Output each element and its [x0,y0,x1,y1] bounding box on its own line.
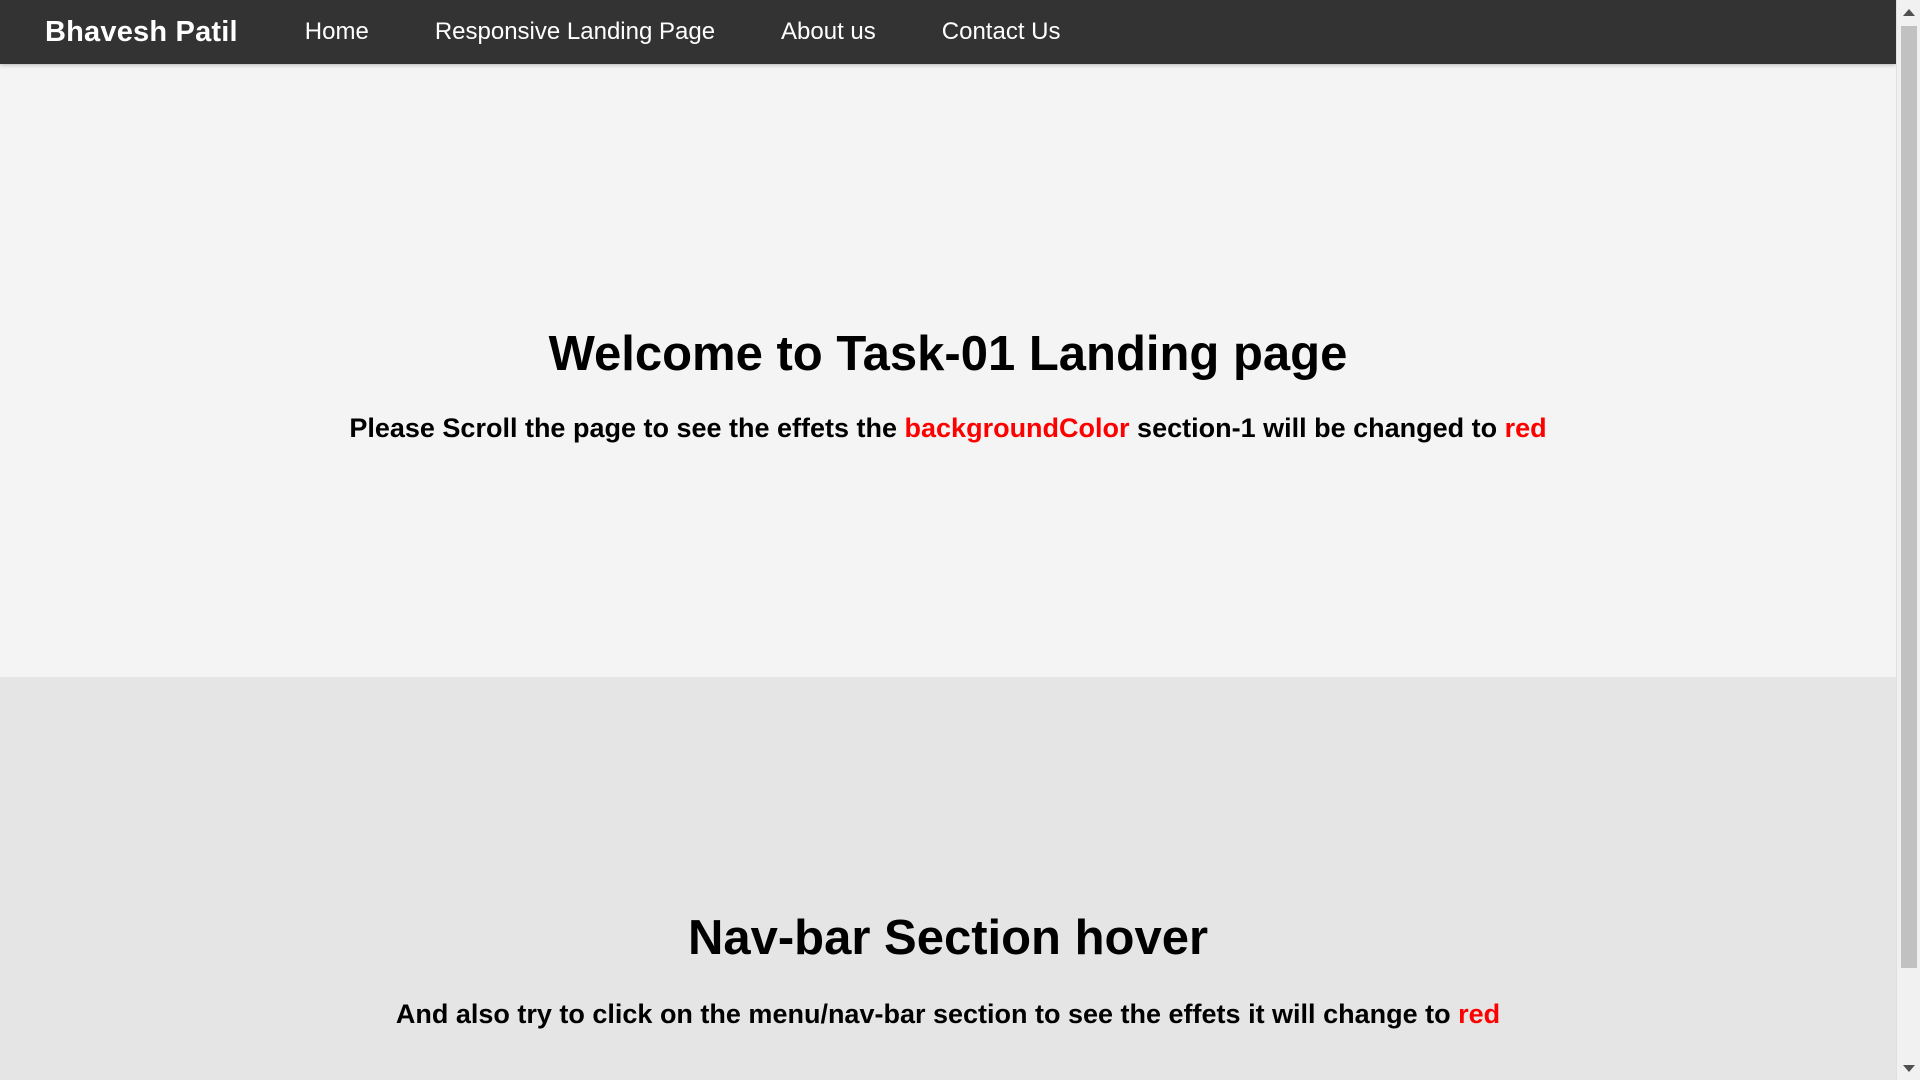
nav-link-home[interactable]: Home [272,0,402,64]
section-2-text-part1: And also try to click on the menu/nav-ba… [395,999,1459,1029]
section-1-text-part2: section-1 will be changed to [1129,413,1505,443]
section-2: Nav-bar Section hover And also try to cl… [0,677,1896,1080]
section-1-highlight-backgroundcolor: backgroundColor [904,413,1130,443]
page-content: Bhavesh Patil Home Responsive Landing Pa… [0,0,1896,1080]
section-2-highlight-red: red [1458,999,1501,1029]
browser-viewport: Bhavesh Patil Home Responsive Landing Pa… [0,0,1920,1080]
nav-links: Home Responsive Landing Page About us Co… [272,0,1094,64]
section-1: Welcome to Task-01 Landing page Please S… [0,64,1896,677]
section-2-text: And also try to click on the menu/nav-ba… [0,999,1896,1030]
section-1-text: Please Scroll the page to see the effets… [0,413,1896,444]
vertical-scrollbar[interactable] [1896,0,1920,1080]
section-2-title: Nav-bar Section hover [687,911,1209,965]
nav-link-responsive-landing-page[interactable]: Responsive Landing Page [402,0,748,64]
brand-logo[interactable]: Bhavesh Patil [45,16,238,49]
section-1-highlight-red: red [1504,413,1547,443]
scroll-up-arrow-icon[interactable] [1897,2,1920,22]
navbar: Bhavesh Patil Home Responsive Landing Pa… [0,0,1896,64]
nav-link-contact-us[interactable]: Contact Us [909,0,1094,64]
nav-link-about-us[interactable]: About us [748,0,909,64]
scroll-down-arrow-icon[interactable] [1897,1058,1920,1078]
section-1-title: Welcome to Task-01 Landing page [548,327,1348,381]
section-1-text-part1: Please Scroll the page to see the effets… [349,413,905,443]
scrollbar-thumb[interactable] [1901,26,1917,968]
